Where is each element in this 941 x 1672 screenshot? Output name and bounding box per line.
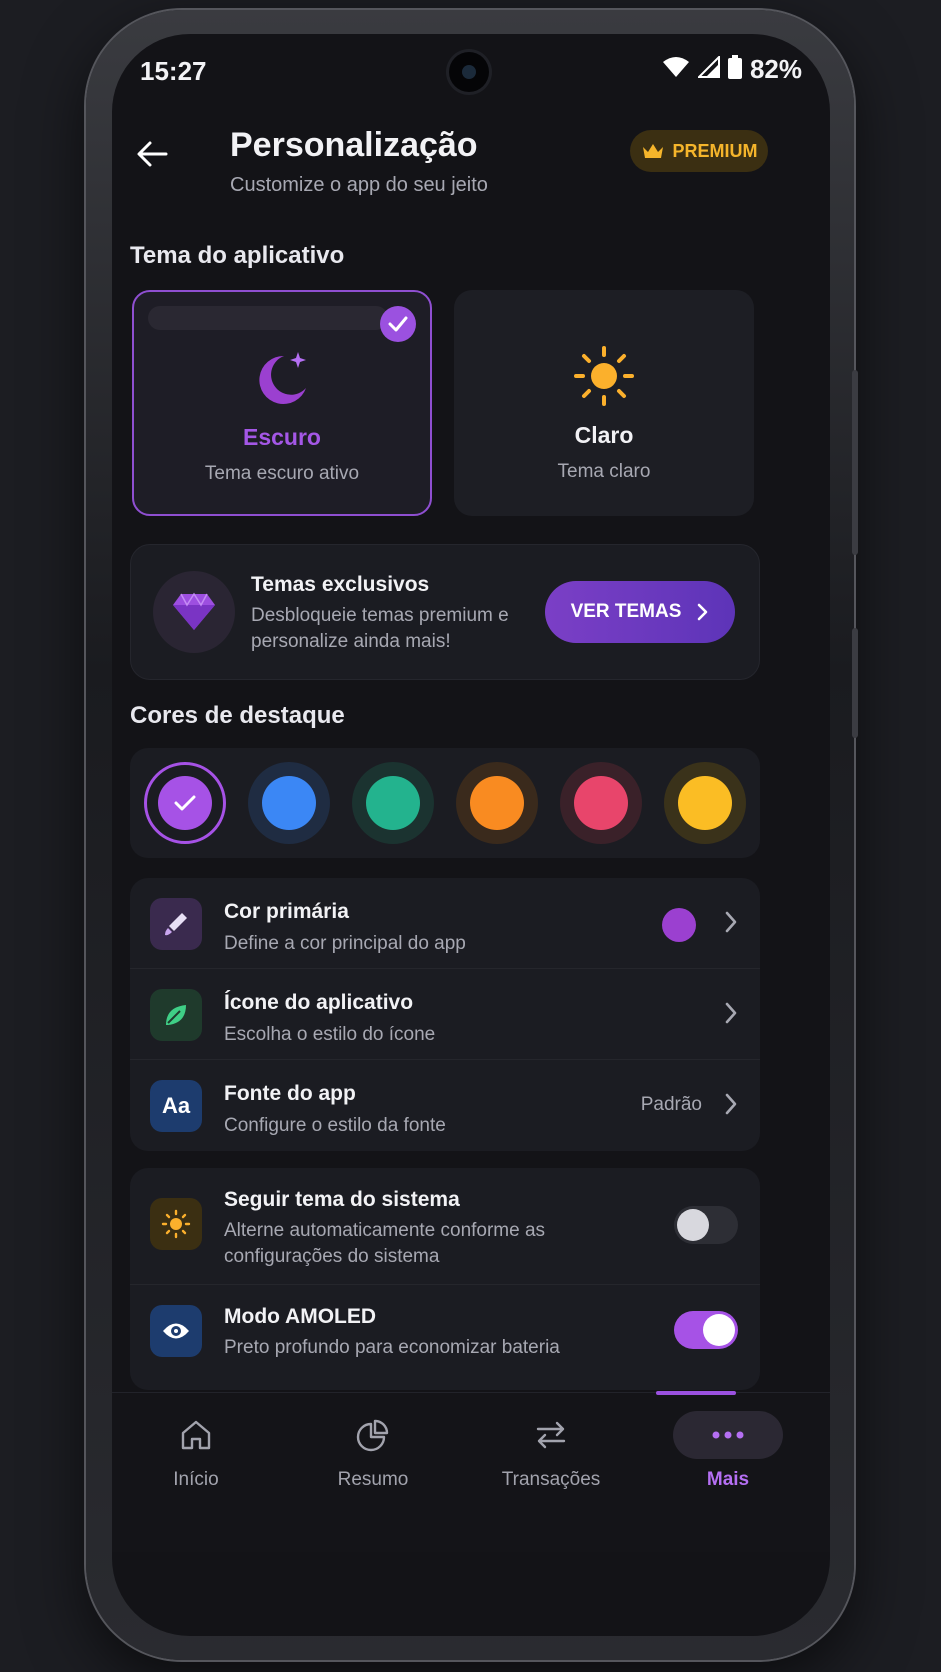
theme-desc: Tema claro <box>557 461 651 482</box>
chevron-right-icon <box>698 603 708 621</box>
view-themes-button[interactable]: VER TEMAS <box>545 581 735 643</box>
theme-desc: Tema escuro ativo <box>204 463 360 484</box>
setting-title: Modo AMOLED <box>224 1305 377 1328</box>
nav-label: Transações <box>501 1469 601 1490</box>
screen: 15:27 82% Personalização Customize o app… <box>112 34 830 1636</box>
chevron-right-icon <box>724 1092 738 1121</box>
setting-subtitle: Configure o estilo da fonte <box>224 1115 446 1136</box>
crown-icon <box>642 144 663 158</box>
setting-subtitle: Define a cor principal do app <box>224 933 466 954</box>
leaf-icon <box>150 989 202 1041</box>
status-icons: 82% <box>662 54 802 85</box>
theme-name: Escuro <box>243 424 321 450</box>
more-icon <box>673 1411 783 1459</box>
signal-icon <box>696 54 720 83</box>
theme-section-title: Tema do aplicativo <box>130 242 345 269</box>
theme-option-dark[interactable]: Escuro Tema escuro ativo <box>132 290 432 516</box>
color-swatch-green[interactable] <box>352 762 434 844</box>
toggle-knob <box>703 1314 735 1346</box>
nav-label: Resumo <box>337 1469 409 1490</box>
diamond-icon <box>153 571 235 653</box>
toggle-knob <box>677 1209 709 1241</box>
color-swatch-orange[interactable] <box>456 762 538 844</box>
nav-transactions[interactable]: Transações <box>476 1411 626 1491</box>
selected-check-icon <box>380 306 416 342</box>
color-swatch-yellow[interactable] <box>664 762 746 844</box>
transfer-icon <box>534 1411 568 1459</box>
setting-title: Seguir tema do sistema <box>224 1188 460 1211</box>
color-swatch-pink[interactable] <box>560 762 642 844</box>
color-swatch-blue[interactable] <box>248 762 330 844</box>
bottom-navigation: Início Resumo Transações Mais <box>112 1391 830 1552</box>
brush-icon <box>150 898 202 950</box>
theme-name: Claro <box>574 422 634 448</box>
font-icon: Aa <box>150 1080 202 1132</box>
back-button[interactable] <box>130 132 174 176</box>
eye-icon <box>150 1305 202 1357</box>
battery-icon <box>727 55 742 84</box>
exclusive-themes-card: Temas exclusivos Desbloqueie temas premi… <box>130 544 760 680</box>
sun-icon <box>572 344 636 408</box>
moon-icon <box>250 346 314 410</box>
setting-app-icon[interactable]: Ícone do aplicativo Escolha o estilo do … <box>130 969 760 1060</box>
promo-title: Temas exclusivos <box>251 573 430 596</box>
appearance-settings-list: Cor primária Define a cor principal do a… <box>130 878 760 1151</box>
setting-title: Fonte do app <box>224 1082 356 1105</box>
active-tab-indicator <box>656 1391 736 1395</box>
wifi-icon <box>662 56 690 83</box>
nav-more[interactable]: Mais <box>653 1411 803 1491</box>
view-themes-label: VER TEMAS <box>570 601 682 622</box>
setting-primary-color[interactable]: Cor primária Define a cor principal do a… <box>130 878 760 969</box>
setting-title: Cor primária <box>224 900 349 923</box>
pie-chart-icon <box>356 1411 390 1459</box>
setting-title: Ícone do aplicativo <box>224 991 414 1014</box>
setting-subtitle: Escolha o estilo do ícone <box>224 1024 436 1045</box>
theme-toggles-list: Seguir tema do sistema Alterne automatic… <box>130 1168 760 1390</box>
home-icon <box>179 1411 213 1459</box>
promo-desc: Desbloqueie temas premium e personalize … <box>251 605 509 652</box>
nav-label: Início <box>173 1469 219 1490</box>
nav-label: Mais <box>706 1469 750 1490</box>
follow-system-toggle[interactable] <box>674 1206 738 1244</box>
setting-app-font[interactable]: Aa Fonte do app Configure o estilo da fo… <box>130 1060 760 1151</box>
check-icon <box>174 795 196 811</box>
premium-badge[interactable]: PREMIUM <box>630 130 768 172</box>
accent-color-picker <box>130 748 760 858</box>
amoled-toggle[interactable] <box>674 1311 738 1349</box>
volume-button <box>852 370 858 555</box>
page-subtitle: Customize o app do seu jeito <box>230 174 488 196</box>
theme-preview-strip <box>148 306 388 330</box>
sun-icon <box>150 1198 202 1250</box>
color-swatch-purple[interactable] <box>144 762 226 844</box>
setting-subtitle: Alterne automaticamente conforme as conf… <box>224 1220 546 1267</box>
primary-color-dot <box>662 908 696 942</box>
accent-section-title: Cores de destaque <box>130 702 345 729</box>
back-arrow-icon <box>137 141 168 167</box>
theme-option-light[interactable]: Claro Tema claro <box>454 290 754 516</box>
chevron-right-icon <box>724 910 738 939</box>
battery-percent: 82% <box>749 54 802 84</box>
premium-label: PREMIUM <box>672 140 758 161</box>
front-camera <box>449 52 489 92</box>
setting-amoled-mode: Modo AMOLED Preto profundo para economiz… <box>130 1285 760 1389</box>
setting-subtitle: Preto profundo para economizar bateria <box>224 1337 560 1358</box>
setting-follow-system: Seguir tema do sistema Alterne automatic… <box>130 1168 760 1285</box>
nav-home[interactable]: Início <box>121 1411 271 1491</box>
status-time: 15:27 <box>140 56 207 86</box>
nav-summary[interactable]: Resumo <box>298 1411 448 1491</box>
page-title: Personalização <box>230 126 478 164</box>
power-button <box>852 628 858 738</box>
chevron-right-icon <box>724 1001 738 1030</box>
font-value: Padrão <box>640 1094 702 1115</box>
